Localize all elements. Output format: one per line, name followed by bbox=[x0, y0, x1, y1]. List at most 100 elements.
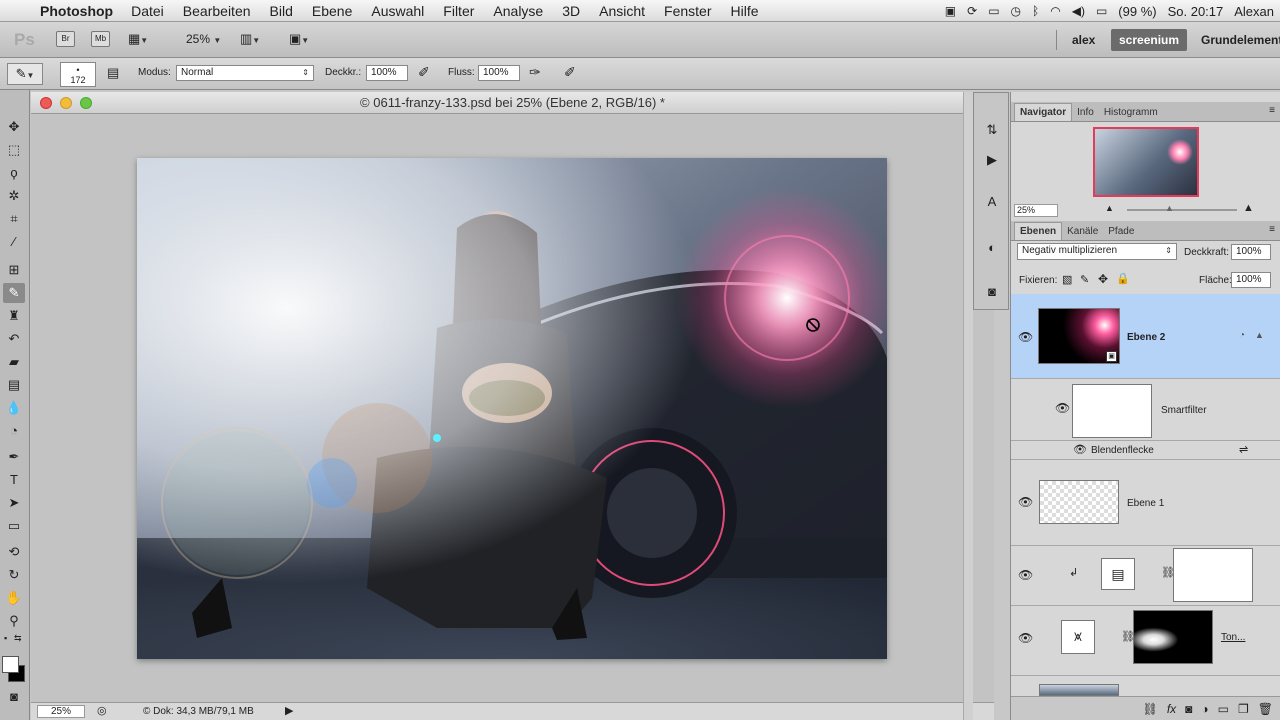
menu-filter[interactable]: Filter bbox=[443, 3, 474, 19]
mode-select[interactable]: Normal ⇕ bbox=[176, 65, 314, 81]
filter-blending-options-icon[interactable]: ⇌ bbox=[1239, 443, 1248, 456]
zoom-button[interactable] bbox=[80, 97, 92, 109]
shape-tool-icon[interactable]: ▭ bbox=[3, 516, 25, 536]
quick-mask-icon[interactable]: ◙ bbox=[3, 687, 25, 707]
lock-all-icon[interactable]: 🔒 bbox=[1116, 272, 1130, 285]
blur-tool-icon[interactable]: 💧 bbox=[3, 398, 25, 418]
foreground-color-swatch[interactable] bbox=[2, 656, 19, 673]
layer-row-background-partial[interactable] bbox=[1011, 676, 1280, 696]
layer-row-levels-adjustment[interactable]: 👁 ↲ ▤ ⛓ bbox=[1011, 546, 1280, 606]
tab-layers[interactable]: Ebenen bbox=[1014, 222, 1063, 240]
airbrush-icon[interactable]: ✑ bbox=[529, 64, 541, 81]
new-adjustment-layer-icon[interactable]: ◑ bbox=[1201, 702, 1208, 716]
menu-auswahl[interactable]: Auswahl bbox=[371, 3, 424, 19]
lock-transparency-icon[interactable]: ▧ bbox=[1062, 273, 1072, 286]
opacity-field[interactable]: 100% bbox=[366, 65, 408, 81]
crop-tool-icon[interactable]: ⌗ bbox=[3, 209, 25, 229]
history-panel-icon[interactable]: ⇅ bbox=[983, 121, 1001, 138]
layer-row-ebene-1[interactable]: 👁 Ebene 1 bbox=[1011, 460, 1280, 546]
lock-position-icon[interactable]: ✥ bbox=[1098, 272, 1108, 286]
navigator-zoom-field[interactable]: 25% bbox=[1014, 204, 1058, 217]
wifi-icon[interactable]: ◠ bbox=[1050, 4, 1060, 18]
move-tool-icon[interactable]: ✥ bbox=[3, 117, 25, 137]
clone-stamp-tool-icon[interactable]: ♜ bbox=[3, 306, 25, 326]
add-mask-icon[interactable]: ◙ bbox=[1185, 702, 1192, 716]
status-menu-arrow-icon[interactable]: ▶ bbox=[285, 704, 293, 717]
navigator-panel-menu-icon[interactable]: ≡ bbox=[1269, 105, 1275, 116]
menu-hilfe[interactable]: Hilfe bbox=[731, 3, 759, 19]
type-tool-icon[interactable]: T bbox=[3, 470, 25, 490]
new-layer-icon[interactable]: ❐ bbox=[1238, 702, 1249, 716]
visibility-eye-icon[interactable]: 👁 bbox=[1018, 568, 1033, 582]
brush-preset-picker[interactable]: • 172 bbox=[60, 62, 96, 87]
dodge-tool-icon[interactable]: ◔ bbox=[3, 421, 25, 441]
display-icon[interactable]: ▭ bbox=[988, 4, 999, 18]
mini-bridge-button[interactable]: Mb bbox=[91, 31, 110, 47]
status-zoom-field[interactable]: 25% bbox=[37, 705, 85, 718]
zoom-level-select[interactable]: 25% ▼ bbox=[186, 32, 221, 46]
path-selection-tool-icon[interactable]: ➤ bbox=[3, 493, 25, 513]
view-extras-icon[interactable]: ▦▼ bbox=[128, 31, 148, 47]
navigator-slider-thumb[interactable]: ▲ bbox=[1165, 203, 1174, 213]
zoom-out-icon[interactable]: ▲ bbox=[1105, 203, 1114, 213]
menu-3d[interactable]: 3D bbox=[562, 3, 580, 19]
tool-preset-picker[interactable]: ✎▼ bbox=[7, 63, 43, 85]
bluetooth-icon[interactable]: ᛒ bbox=[1032, 4, 1039, 18]
pressure-opacity-icon[interactable]: ✐ bbox=[418, 64, 430, 81]
zoom-tool-icon[interactable]: ⚲ bbox=[3, 611, 25, 631]
eyedropper-tool-icon[interactable]: ⁄ bbox=[3, 232, 25, 252]
clone-source-panel-icon[interactable]: ◙ bbox=[983, 283, 1001, 300]
app-menu[interactable]: Photoshop bbox=[40, 3, 113, 19]
camera-icon[interactable]: ▣ bbox=[945, 4, 956, 18]
screen-mode-icon[interactable]: ▣▼ bbox=[289, 31, 309, 47]
tab-paths[interactable]: Pfade bbox=[1103, 223, 1139, 240]
visibility-eye-icon[interactable]: 👁 bbox=[1055, 401, 1070, 415]
filter-row-lens-flare[interactable]: 👁 Blendenflecke ⇌ bbox=[1011, 441, 1280, 460]
layer-name[interactable]: Ton... bbox=[1221, 632, 1245, 643]
arrange-documents-icon[interactable]: ▥▼ bbox=[240, 31, 260, 47]
collapse-arrow-icon[interactable]: ▲ bbox=[1255, 330, 1264, 340]
3d-rotate-tool-icon[interactable]: ⟲ bbox=[3, 542, 25, 562]
layer-row-curves-adjustment[interactable]: 👁 ⩙ ⛓ Ton... bbox=[1011, 606, 1280, 676]
layer-row-ebene-2[interactable]: 👁 ▣ Ebene 2 ◔ ▲ bbox=[1011, 294, 1280, 379]
delete-layer-icon[interactable]: 🗑 bbox=[1258, 702, 1273, 716]
lasso-tool-icon[interactable]: ϙ bbox=[3, 163, 25, 183]
document-title-bar[interactable]: © 0611-franzy-133.psd bei 25% (Ebene 2, … bbox=[31, 92, 994, 114]
visibility-eye-icon[interactable]: 👁 bbox=[1018, 495, 1033, 509]
visibility-eye-icon[interactable]: 👁 bbox=[1018, 631, 1033, 645]
pen-tool-icon[interactable]: ✒ bbox=[3, 447, 25, 467]
menu-ebene[interactable]: Ebene bbox=[312, 3, 352, 19]
lock-pixels-icon[interactable]: ✎ bbox=[1080, 273, 1089, 286]
gradient-tool-icon[interactable]: ▤ bbox=[3, 375, 25, 395]
workspace-grundelemente[interactable]: Grundelement bbox=[1193, 29, 1280, 51]
actions-panel-icon[interactable]: ▶ bbox=[983, 151, 1001, 168]
hand-tool-icon[interactable]: ✋ bbox=[3, 588, 25, 608]
fill-field[interactable]: 100% bbox=[1231, 272, 1271, 288]
brush-presets-panel-icon[interactable]: ◐ bbox=[983, 239, 1001, 256]
blend-mode-select[interactable]: Negativ multiplizieren ⇕ bbox=[1017, 243, 1177, 260]
close-button[interactable] bbox=[40, 97, 52, 109]
marquee-tool-icon[interactable]: ⬚ bbox=[3, 140, 25, 160]
battery-icon[interactable]: ▭ bbox=[1096, 4, 1107, 18]
menu-analyse[interactable]: Analyse bbox=[493, 3, 543, 19]
zoom-in-icon[interactable]: ▲ bbox=[1243, 202, 1254, 214]
tab-histogram[interactable]: Histogramm bbox=[1099, 104, 1163, 121]
canvas[interactable] bbox=[137, 158, 887, 659]
menu-ansicht[interactable]: Ansicht bbox=[599, 3, 645, 19]
3d-orbit-tool-icon[interactable]: ↻ bbox=[3, 565, 25, 585]
workspace-alex[interactable]: alex bbox=[1064, 29, 1103, 51]
layers-panel-menu-icon[interactable]: ≡ bbox=[1269, 224, 1275, 235]
pressure-size-icon[interactable]: ✐ bbox=[564, 64, 576, 81]
quick-selection-tool-icon[interactable]: ✲ bbox=[3, 186, 25, 206]
swap-colors-icon[interactable]: ⇆ bbox=[14, 633, 22, 644]
bridge-button[interactable]: Br bbox=[56, 31, 75, 47]
history-brush-tool-icon[interactable]: ↶ bbox=[3, 329, 25, 349]
minimize-button[interactable] bbox=[60, 97, 72, 109]
tab-channels[interactable]: Kanäle bbox=[1062, 223, 1103, 240]
workspace-screenium[interactable]: screenium bbox=[1111, 29, 1188, 51]
flow-field[interactable]: 100% bbox=[478, 65, 520, 81]
status-info-icon[interactable]: ◎ bbox=[97, 704, 107, 717]
healing-brush-tool-icon[interactable]: ⊞ bbox=[3, 260, 25, 280]
layer-opacity-field[interactable]: 100% bbox=[1231, 244, 1271, 260]
eraser-tool-icon[interactable]: ▰ bbox=[3, 352, 25, 372]
